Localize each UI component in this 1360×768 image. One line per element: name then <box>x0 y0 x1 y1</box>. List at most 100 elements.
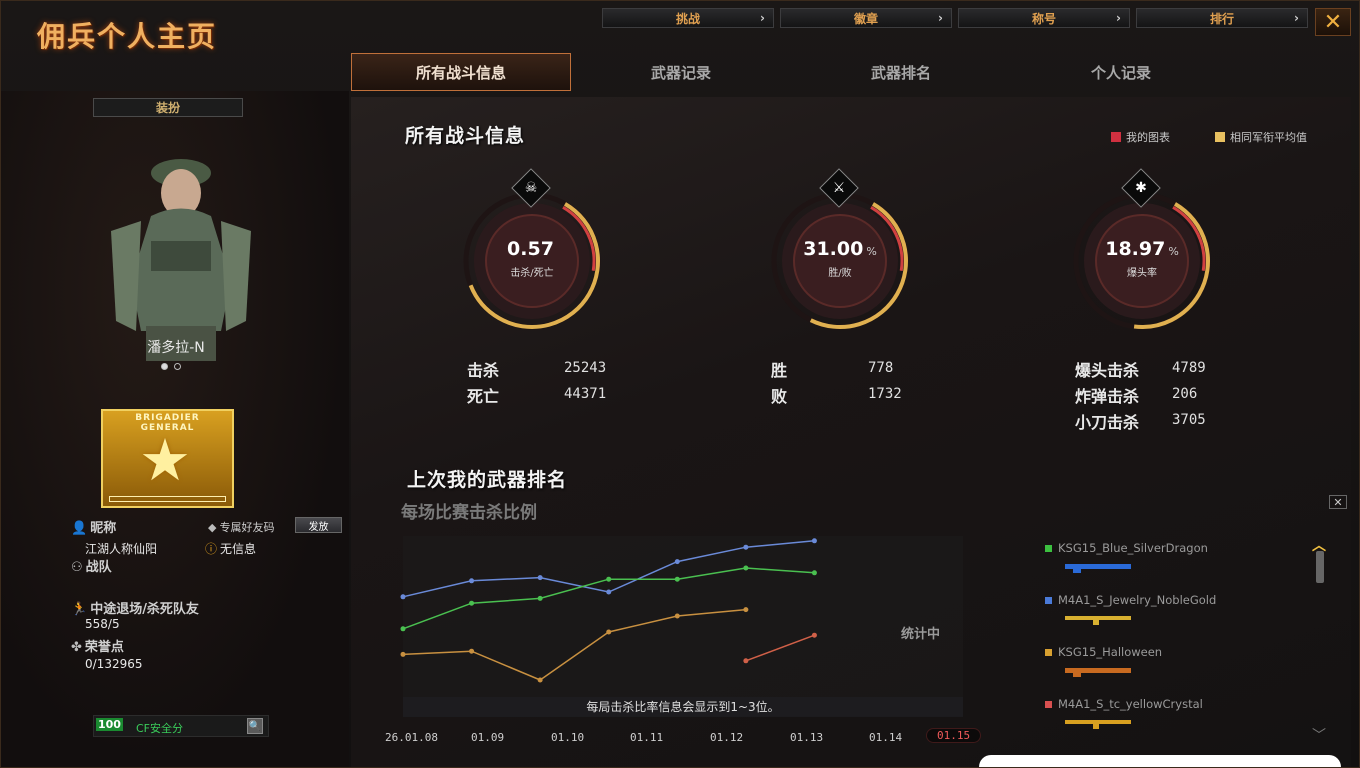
team-icon: ⚇ <box>71 560 83 575</box>
badge-button[interactable]: 徽章 › <box>780 8 952 28</box>
data-point <box>606 589 612 595</box>
team-heading: ⚇ 战队 <box>71 556 112 575</box>
ranking-label: 排行 <box>1209 11 1234 26</box>
shotgun-icon <box>1065 564 1131 573</box>
data-point <box>469 600 475 606</box>
bomb-kills-value: 206 <box>1172 386 1198 402</box>
deaths-label: 死亡 <box>467 387 500 406</box>
nickname-value: 江湖人称仙阳 <box>85 542 158 556</box>
x-tick-label[interactable]: 01.11 <box>630 731 663 744</box>
title-label: 称号 <box>1031 11 1056 26</box>
weapon-list-item[interactable]: KSG15_Blue_SilverDragon <box>1045 541 1208 555</box>
challenge-label: 挑战 <box>675 11 700 26</box>
data-point <box>469 648 475 654</box>
wins-label: 胜 <box>771 361 788 380</box>
friend-code-status: ⓘ 无信息 <box>205 540 256 557</box>
weapon-rank-close-button[interactable]: ✕ <box>1329 495 1347 509</box>
data-point <box>469 578 475 584</box>
honor-value: 0/132965 <box>85 657 143 671</box>
x-tick-label[interactable]: 01.12 <box>710 731 743 744</box>
data-point <box>606 576 612 582</box>
badge-label: 徽章 <box>853 11 878 26</box>
info-icon: ⓘ <box>205 542 218 556</box>
carousel-dot-2[interactable] <box>174 363 181 370</box>
search-icon: 🔍 <box>248 720 262 732</box>
legend-swatch-mine <box>1111 132 1121 142</box>
rank-progress-bar <box>109 496 226 502</box>
kd-gauge-value: 0.57 <box>507 238 554 260</box>
chevron-down-icon[interactable]: ﹀ <box>1312 725 1326 745</box>
close-icon: ✕ <box>1323 9 1343 35</box>
tab-weapon-records[interactable]: 武器记录 <box>571 53 791 91</box>
x-tick-label-selected[interactable]: 01.15 <box>926 728 982 743</box>
x-tick-label[interactable]: 26.01.08 <box>385 731 438 744</box>
quit-label: 中途退场/杀死队友 <box>90 602 199 617</box>
carousel-dots <box>161 363 181 370</box>
notification-popup[interactable] <box>979 755 1341 767</box>
wins-value: 778 <box>868 360 894 376</box>
tag-icon: ◆ <box>208 521 217 534</box>
safety-label: CF安全分 <box>136 722 184 735</box>
search-button[interactable]: 🔍 <box>247 718 263 734</box>
weapon-list-item[interactable]: M4A1_S_Jewelry_NobleGold <box>1045 593 1216 607</box>
quit-heading: 🏃 中途退场/杀死队友 <box>71 598 199 617</box>
tab-weapon-ranking[interactable]: 武器排名 <box>791 53 1011 91</box>
app-title: 佣兵个人主页 <box>37 20 218 53</box>
weapon-name: M4A1_S_Jewelry_NobleGold <box>1058 593 1217 607</box>
legend-average[interactable]: 相同军衔平均值 <box>1215 129 1307 145</box>
headshot-gauge-value: 18.97% <box>1105 238 1179 260</box>
close-icon: ✕ <box>1333 495 1343 509</box>
x-tick-label[interactable]: 01.13 <box>790 731 823 744</box>
chevron-right-icon: › <box>938 11 943 25</box>
honor-label: 荣誉点 <box>84 640 124 655</box>
bomb-kills-label: 炸弹击杀 <box>1075 387 1140 406</box>
weapon-list-item[interactable]: KSG15_Halloween <box>1045 645 1162 659</box>
data-point <box>674 576 680 582</box>
legend-average-label: 相同军衔平均值 <box>1230 131 1307 144</box>
legend-mine[interactable]: 我的图表 <box>1111 129 1170 145</box>
weapon-rank-title: 上次我的武器排名 <box>407 469 568 491</box>
x-tick-label[interactable]: 01.10 <box>551 731 584 744</box>
title-button[interactable]: 称号 › <box>958 8 1130 28</box>
data-point <box>400 594 406 600</box>
data-point <box>674 613 680 619</box>
outfit-button[interactable]: 装扮 <box>93 98 243 117</box>
status-label: 统计中 <box>901 627 941 642</box>
win-rate-gauge-ring <box>771 192 909 330</box>
carousel-dot-1[interactable] <box>161 363 168 370</box>
deaths-value: 44371 <box>564 386 607 402</box>
data-point <box>811 632 817 638</box>
kd-gauge: ☠ 0.57 击杀/死亡 <box>457 168 607 336</box>
clover-icon: ✤ <box>71 640 82 655</box>
ranking-button[interactable]: 排行 › <box>1136 8 1308 28</box>
chart-note: 每局击杀比率信息会显示到1~3位。 <box>403 697 963 717</box>
skull-icon: ☠ <box>524 180 538 196</box>
rifle-icon <box>1065 720 1131 729</box>
weapon-list-item[interactable]: M4A1_S_tc_yellowCrystal <box>1045 697 1203 711</box>
weapon-list-scrollbar[interactable]: ︿ ﹀ <box>1312 538 1326 744</box>
x-tick-label[interactable]: 01.09 <box>471 731 504 744</box>
data-point <box>743 565 749 571</box>
close-button[interactable]: ✕ <box>1315 8 1351 36</box>
headshot-gauge-ring <box>1073 192 1211 330</box>
losses-label: 败 <box>771 387 788 406</box>
friend-code-value: 无信息 <box>220 542 257 556</box>
send-friend-code-button[interactable]: 发放 <box>295 517 342 533</box>
chevron-right-icon: › <box>760 11 765 25</box>
x-tick-label[interactable]: 01.14 <box>869 731 902 744</box>
weapon-name: KSG15_Blue_SilverDragon <box>1058 541 1208 555</box>
tab-personal-records[interactable]: 个人记录 <box>1011 53 1231 91</box>
knife-kills-label: 小刀击杀 <box>1075 413 1140 432</box>
headshot-gauge: ✱ 18.97% 爆头率 <box>1067 168 1217 336</box>
challenge-button[interactable]: 挑战 › <box>602 8 774 28</box>
data-point <box>743 544 749 550</box>
scrollbar-thumb[interactable] <box>1316 551 1324 583</box>
win-rate-gauge-label: 胜/败 <box>828 268 852 279</box>
data-point <box>537 595 543 601</box>
weapon-color-swatch <box>1045 701 1052 708</box>
character-avatar <box>111 159 251 361</box>
team-label: 战队 <box>85 560 112 575</box>
safety-score: 100 <box>96 718 123 731</box>
weapon-color-swatch <box>1045 545 1052 552</box>
tab-all-battle-info[interactable]: 所有战斗信息 <box>351 53 571 91</box>
